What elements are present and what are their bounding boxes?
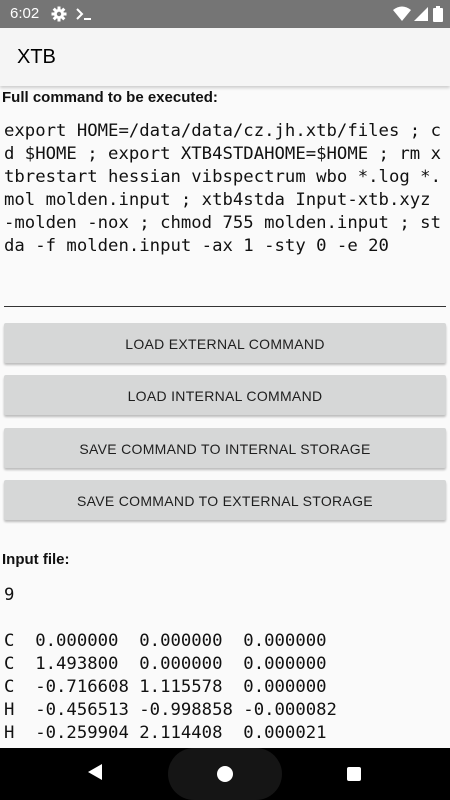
settings-gear-icon xyxy=(51,6,67,22)
load-internal-command-button[interactable]: LOAD INTERNAL COMMAND xyxy=(4,375,446,415)
wifi-icon xyxy=(393,6,411,22)
signal-icon xyxy=(413,6,429,22)
app-bar: XTB xyxy=(0,28,450,86)
input-file-text-field[interactable]: 9 C 0.000000 0.000000 0.000000 C 1.49380… xyxy=(4,584,444,745)
home-icon[interactable] xyxy=(216,765,234,788)
navigation-bar xyxy=(0,748,450,800)
save-command-external-button[interactable]: SAVE COMMAND TO EXTERNAL STORAGE xyxy=(4,480,446,520)
terminal-prompt-icon xyxy=(75,6,93,22)
status-time: 6:02 xyxy=(10,5,40,22)
command-text-field[interactable]: export HOME=/data/data/cz.jh.xtb/files ;… xyxy=(4,120,444,258)
command-section-label: Full command to be executed: xyxy=(2,89,218,106)
save-command-internal-button[interactable]: SAVE COMMAND TO INTERNAL STORAGE xyxy=(4,428,446,468)
load-external-command-button[interactable]: LOAD EXTERNAL COMMAND xyxy=(4,323,446,363)
battery-icon xyxy=(433,6,443,22)
back-icon[interactable] xyxy=(86,762,104,787)
command-field-underline xyxy=(4,306,446,307)
app-title: XTB xyxy=(17,46,56,68)
recents-icon[interactable] xyxy=(346,766,362,787)
input-file-label: Input file: xyxy=(2,551,70,568)
status-bar: 6:02 xyxy=(0,0,450,28)
